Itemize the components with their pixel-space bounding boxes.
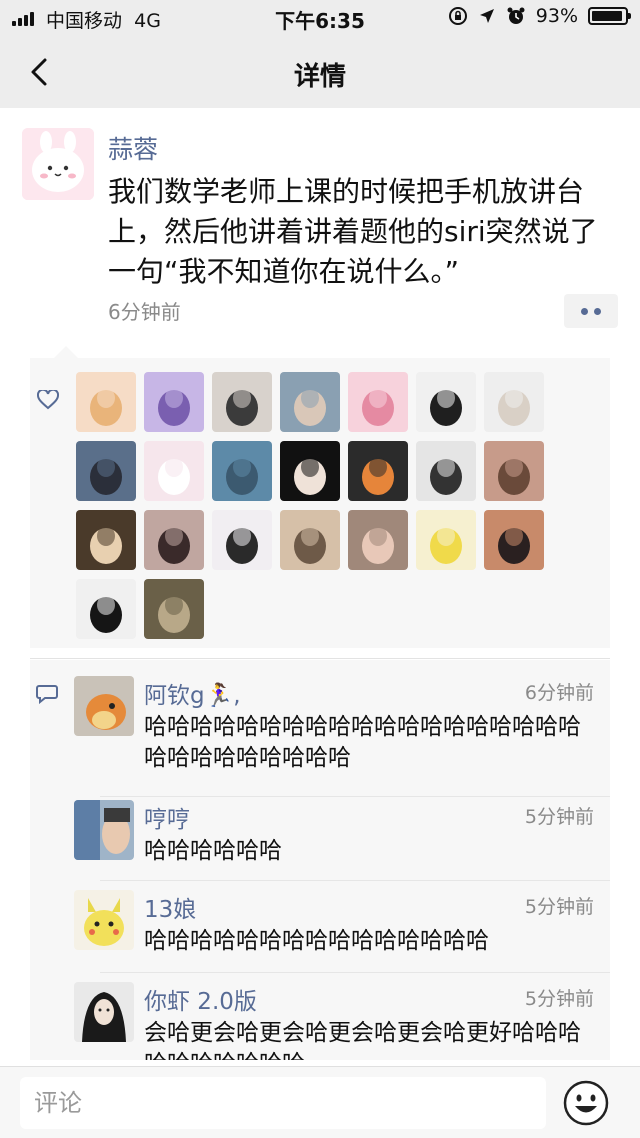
liker-avatar[interactable]	[484, 510, 544, 570]
comment-time: 5分钟前	[524, 896, 594, 918]
liker-avatar[interactable]	[416, 441, 476, 501]
liker-avatar[interactable]	[144, 510, 204, 570]
liker-avatar[interactable]	[76, 441, 136, 501]
commenter-name[interactable]: 你虾 2.0版	[144, 982, 257, 1016]
liker-avatar[interactable]	[416, 510, 476, 570]
liker-avatar[interactable]	[484, 441, 544, 501]
battery-icon	[588, 7, 631, 25]
liker-avatar[interactable]	[212, 441, 272, 501]
comment-time: 5分钟前	[524, 988, 594, 1010]
liker-avatar[interactable]	[144, 441, 204, 501]
orientation-lock-icon	[448, 7, 467, 25]
liker-avatar[interactable]	[76, 579, 136, 639]
comment-bubble-icon	[36, 685, 58, 704]
liker-avatar[interactable]	[76, 372, 136, 432]
comment-text: 哈哈哈哈哈哈	[144, 838, 282, 864]
status-bar: 中国移动 4G 下午6:35 93%	[0, 0, 640, 36]
comment-time: 5分钟前	[524, 806, 594, 828]
status-icons: 93%	[448, 5, 631, 27]
liker-avatar[interactable]	[416, 372, 476, 432]
commenter-name[interactable]: 哼哼	[144, 800, 190, 834]
more-actions-button[interactable]	[564, 294, 618, 328]
author-avatar[interactable]	[22, 128, 94, 200]
liker-avatar[interactable]	[280, 372, 340, 432]
bunny-icon	[22, 128, 94, 200]
comment-item: 哼哼 5分钟前 哈哈哈哈哈哈	[74, 800, 610, 880]
liker-avatar[interactable]	[348, 372, 408, 432]
comment-text: 哈哈哈哈哈哈哈哈哈哈哈哈哈哈哈	[144, 928, 489, 954]
liker-avatar[interactable]	[212, 372, 272, 432]
comment-text: 哈哈哈哈哈哈哈哈哈哈哈哈哈哈哈哈哈哈哈哈哈哈哈哈哈哈哈哈	[144, 714, 581, 771]
liker-avatar[interactable]	[76, 510, 136, 570]
page-title: 详情	[293, 62, 346, 92]
commenter-avatar[interactable]	[74, 676, 134, 736]
comment-divider	[100, 880, 610, 881]
post-text: 我们数学老师上课的时候把手机放讲台上，然后他讲着讲着题他的siri突然说了一句“…	[108, 175, 598, 288]
liker-avatar[interactable]	[280, 441, 340, 501]
liker-avatar[interactable]	[212, 510, 272, 570]
dot-icon	[594, 307, 601, 315]
comment-item: 阿钦g🏃‍♀️, 6分钟前 哈哈哈哈哈哈哈哈哈哈哈哈哈哈哈哈哈哈哈哈哈哈哈哈哈哈…	[74, 676, 610, 786]
liker-avatar[interactable]	[144, 372, 204, 432]
likes-panel	[30, 346, 610, 648]
liker-avatar[interactable]	[484, 372, 544, 432]
comments-panel: 阿钦g🏃‍♀️, 6分钟前 哈哈哈哈哈哈哈哈哈哈哈哈哈哈哈哈哈哈哈哈哈哈哈哈哈哈…	[30, 660, 610, 1060]
comment-divider	[100, 972, 610, 973]
commenter-name[interactable]: 13娘	[144, 890, 196, 924]
commenter-avatar[interactable]	[74, 890, 134, 950]
author-name[interactable]: 蒜蓉	[108, 130, 158, 166]
comment-item: 你虾 2.0版 5分钟前 会哈更会哈更会哈更会哈更会哈更好哈哈哈哈哈哈哈哈哈哈	[74, 982, 610, 1060]
emoji-icon[interactable]	[562, 1079, 610, 1127]
liker-avatar-grid	[76, 372, 556, 639]
commenter-avatar[interactable]	[74, 982, 134, 1042]
comment-divider	[100, 796, 610, 797]
liker-avatar[interactable]	[348, 441, 408, 501]
divider	[30, 658, 610, 659]
liker-avatar[interactable]	[348, 510, 408, 570]
nav-bar: 详情	[0, 36, 640, 108]
post-time: 6分钟前	[108, 300, 181, 324]
comment-input-bar	[0, 1066, 640, 1138]
comment-item: 13娘 5分钟前 哈哈哈哈哈哈哈哈哈哈哈哈哈哈哈	[74, 890, 610, 970]
battery-fill	[592, 11, 622, 21]
commenter-name[interactable]: 阿钦g🏃‍♀️,	[144, 676, 241, 710]
liker-avatar[interactable]	[144, 579, 204, 639]
comment-input[interactable]	[20, 1077, 546, 1129]
commenter-avatar[interactable]	[74, 800, 134, 860]
heart-icon	[37, 390, 59, 410]
comment-time: 6分钟前	[524, 682, 594, 704]
comment-text: 会哈更会哈更会哈更会哈更会哈更好哈哈哈哈哈哈哈哈哈哈	[144, 1020, 581, 1060]
battery-percent: 93%	[535, 5, 578, 27]
location-icon	[479, 9, 494, 23]
dot-icon	[581, 307, 588, 315]
alarm-icon	[507, 7, 525, 24]
liker-avatar[interactable]	[280, 510, 340, 570]
